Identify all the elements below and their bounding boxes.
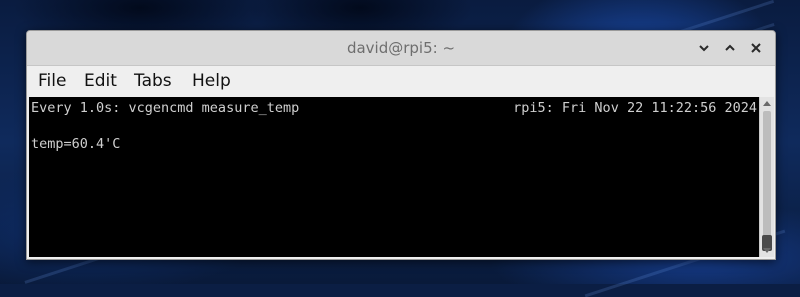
scroll-up-arrow-icon[interactable] <box>762 99 772 109</box>
maximize-button[interactable] <box>721 39 739 57</box>
temperature-output: temp=60.4'C <box>31 136 121 152</box>
window-title: david@rpi5: ~ <box>346 39 456 57</box>
menu-bar: File Edit Tabs Help <box>27 66 775 96</box>
watch-header-command: Every 1.0s: vcgencmd measure_temp <box>31 100 300 116</box>
close-icon <box>751 43 761 53</box>
minimize-button[interactable] <box>695 39 713 57</box>
chevron-down-icon <box>699 45 709 52</box>
title-bar[interactable]: david@rpi5: ~ <box>27 31 775 66</box>
watch-header-timestamp: rpi5: Fri Nov 22 11:22:56 2024 <box>513 100 757 116</box>
scroll-down-arrow-icon[interactable] <box>762 245 772 255</box>
vertical-scrollbar[interactable] <box>759 97 774 257</box>
menu-file[interactable]: File <box>38 66 66 96</box>
menu-help[interactable]: Help <box>192 66 231 96</box>
menu-tabs[interactable]: Tabs <box>134 66 172 96</box>
close-button[interactable] <box>747 39 765 57</box>
chevron-up-icon <box>725 44 735 51</box>
terminal-window: david@rpi5: ~ File Edit Tabs Help Every … <box>26 30 776 260</box>
terminal-output-area[interactable]: Every 1.0s: vcgencmd measure_temp rpi5: … <box>29 97 759 257</box>
scrollbar-track[interactable] <box>763 111 771 241</box>
menu-edit[interactable]: Edit <box>84 66 117 96</box>
